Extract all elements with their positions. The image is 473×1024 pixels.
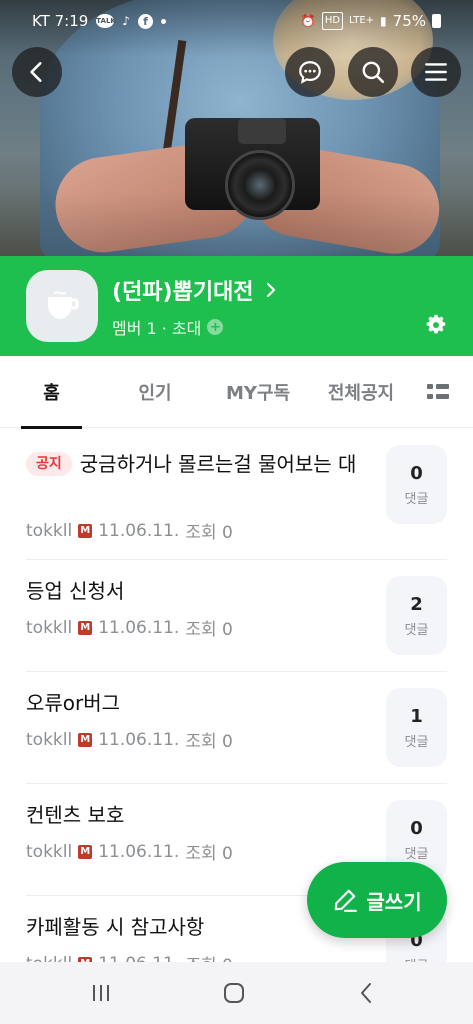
menu-icon: [425, 63, 447, 81]
post-author: tokkll: [26, 841, 73, 862]
list-item[interactable]: 등업 신청서 tokkll M 11.06.11. 조회 0 2 댓글: [0, 560, 473, 672]
back-chevron-icon: [361, 983, 371, 1003]
member-count-label: 멤버 1 · 초대: [112, 319, 202, 338]
kakaotalk-icon: TALK: [96, 14, 116, 28]
post-meta: tokkll M 11.06.11. 조회 0: [26, 615, 233, 641]
post-meta: tokkll M 11.06.11. 조회 0: [26, 727, 233, 753]
cafe-info-bar: (던파)뽑기대전 멤버 1 · 초대 +: [0, 256, 473, 356]
cafe-avatar[interactable]: [26, 270, 98, 342]
member-level-icon: M: [78, 732, 93, 747]
member-level-icon: M: [78, 844, 93, 859]
notification-dot-icon: [160, 18, 166, 24]
network-type: LTE+: [349, 15, 375, 26]
tab-home[interactable]: 홈: [21, 356, 82, 429]
post-title: 공지 궁금하거나 몰르는걸 물어보는 대: [26, 449, 366, 480]
pencil-icon: [335, 889, 358, 912]
coffee-cup-icon: [48, 291, 79, 319]
post-date: 11.06.11.: [98, 729, 180, 750]
post-date: 11.06.11.: [98, 954, 179, 963]
signal-icon: ▮: [380, 14, 387, 28]
tab-all-notices-label: 전체공지: [327, 383, 395, 404]
write-post-label: 글쓰기: [366, 889, 422, 914]
battery-percent: 75%: [392, 12, 426, 30]
menu-button[interactable]: [411, 47, 461, 97]
battery-icon: [432, 14, 441, 28]
back-nav-button[interactable]: [352, 978, 382, 1008]
comment-label: 댓글: [404, 622, 429, 638]
tab-home-label: 홈: [43, 383, 60, 404]
recent-apps-button[interactable]: [86, 978, 116, 1008]
post-views: 조회 0: [185, 732, 233, 752]
post-meta: tokkll M 11.06.11. 조회 0: [26, 839, 233, 865]
write-post-button[interactable]: 글쓰기: [307, 862, 447, 938]
hd-icon: HD: [321, 12, 344, 30]
post-author: tokkll: [26, 520, 73, 541]
cafe-name-label: (던파)뽑기대전: [112, 280, 254, 305]
comment-label: 댓글: [404, 491, 429, 507]
search-button[interactable]: [348, 47, 398, 97]
chat-button[interactable]: [285, 47, 335, 97]
post-views: 조회 0: [185, 620, 233, 640]
member-level-icon: M: [78, 523, 93, 538]
post-author: tokkll: [26, 954, 72, 963]
post-date: 11.06.11.: [98, 520, 180, 541]
post-author: tokkll: [26, 729, 73, 750]
invite-plus-icon: +: [207, 319, 224, 335]
comment-count-box[interactable]: 0 댓글: [386, 445, 447, 524]
post-title: 등업 신청서: [26, 579, 125, 603]
post-views: 조회 0: [185, 844, 233, 864]
back-icon: [30, 62, 42, 82]
post-title-text: 궁금하거나 몰르는걸 물어보는 대: [79, 452, 357, 476]
list-item[interactable]: 공지 궁금하거나 몰르는걸 물어보는 대 tokkll M 11.06.11. 조…: [0, 429, 473, 560]
notice-badge: 공지: [26, 452, 72, 476]
chat-icon: [299, 61, 321, 84]
post-title: 컨텐츠 보호: [26, 803, 125, 827]
system-navigation-bar: [0, 962, 473, 1024]
post-author: tokkll: [26, 617, 73, 638]
post-views: 조회 0: [185, 951, 233, 962]
chevron-right-icon: [266, 282, 275, 298]
list-item[interactable]: 오류or버그 tokkll M 11.06.11. 조회 0 1 댓글: [0, 672, 473, 784]
comment-count-box[interactable]: 1 댓글: [386, 688, 447, 767]
search-icon: [362, 61, 385, 84]
post-views: 조회 0: [185, 523, 233, 543]
tab-popular[interactable]: 인기: [120, 356, 190, 428]
settings-gear-icon[interactable]: [425, 314, 447, 336]
tab-my-subscription[interactable]: MY구독: [216, 356, 300, 428]
member-invite[interactable]: 멤버 1 · 초대 +: [112, 315, 224, 339]
home-icon: [224, 983, 244, 1003]
carrier-time: KT 7:19: [32, 12, 89, 30]
facebook-icon: f: [137, 13, 153, 29]
post-meta: tokkll M 11.06.11. 조회 0: [26, 518, 233, 544]
comment-count-box[interactable]: 2 댓글: [386, 576, 447, 655]
post-date: 11.06.11.: [98, 617, 180, 638]
comment-label: 댓글: [404, 846, 429, 862]
post-date: 11.06.11.: [98, 841, 180, 862]
member-level-icon: M: [78, 620, 93, 635]
comment-count: 0: [410, 462, 423, 484]
post-title: 오류or버그: [26, 691, 121, 715]
cafe-title[interactable]: (던파)뽑기대전: [112, 274, 278, 306]
tiktok-icon: ♪: [122, 14, 130, 28]
comment-count: 1: [410, 705, 423, 727]
board-list-icon[interactable]: [427, 384, 449, 400]
comment-label: 댓글: [405, 955, 429, 963]
tab-popular-label: 인기: [138, 383, 172, 404]
tab-all-notices[interactable]: 전체공지: [316, 356, 406, 428]
comment-label: 댓글: [404, 734, 429, 750]
back-button[interactable]: [12, 47, 62, 97]
home-button[interactable]: [219, 978, 249, 1008]
alarm-icon: ⏰: [300, 14, 316, 28]
tab-my-subscription-label: MY구독: [225, 383, 291, 404]
comment-count: 0: [410, 817, 423, 839]
recent-apps-icon: [93, 985, 109, 1001]
status-bar: KT 7:19 TALK ♪ f ⏰ HD LTE+ ▮ 75%: [0, 0, 473, 44]
post-meta: tokkll M 11.06.11. 조회 0: [26, 951, 233, 962]
comment-count: 2: [410, 593, 423, 615]
board-tabs: 홈 인기 MY구독 전체공지: [0, 356, 473, 429]
